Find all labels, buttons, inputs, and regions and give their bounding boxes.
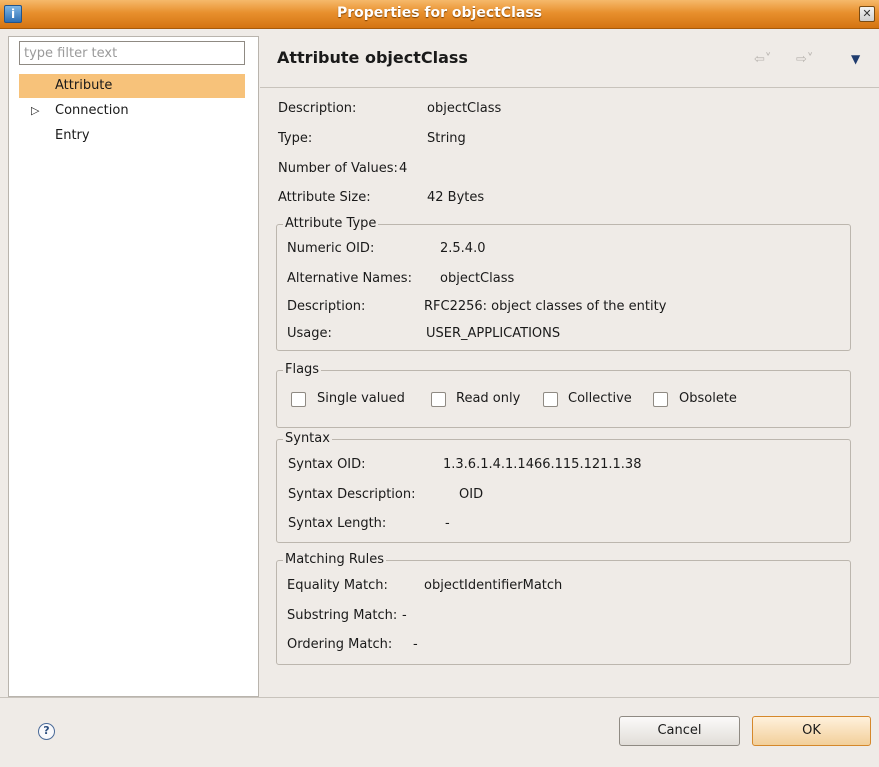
collective-checkbox[interactable]	[543, 392, 558, 407]
syntax-group: Syntax Syntax OID: 1.3.6.1.4.1.1466.115.…	[276, 431, 851, 543]
syntax-description-label: Syntax Description:	[288, 487, 416, 502]
single-valued-label: Single valued	[317, 391, 405, 406]
group-title: Attribute Type	[283, 216, 379, 231]
substring-match-label: Substring Match:	[287, 608, 398, 623]
window-title: Properties for objectClass	[337, 5, 542, 21]
title-bar[interactable]: i Properties for objectClass ✕	[0, 0, 879, 29]
type-label: Type:	[278, 131, 313, 146]
tree-item-label: Connection	[55, 103, 129, 118]
usage-label: Usage:	[287, 326, 332, 341]
group-title: Syntax	[283, 431, 332, 446]
tree-item-entry[interactable]: Entry	[19, 124, 245, 148]
type-description-label: Description:	[287, 299, 366, 314]
syntax-oid-value: 1.3.6.1.4.1.1466.115.121.1.38	[443, 457, 642, 472]
attribute-size-label: Attribute Size:	[278, 190, 371, 205]
ordering-match-value: -	[413, 637, 418, 652]
properties-dialog: i Properties for objectClass ✕ Attribute…	[0, 0, 879, 767]
alternative-names-label: Alternative Names:	[287, 271, 412, 286]
group-title: Flags	[283, 362, 322, 377]
number-of-values-label: Number of Values:	[278, 161, 398, 176]
footer-separator	[0, 697, 879, 698]
matching-rules-group: Matching Rules Equality Match: objectIde…	[276, 552, 851, 665]
description-label: Description:	[278, 101, 357, 116]
ok-button[interactable]: OK	[752, 716, 871, 746]
read-only-checkbox[interactable]	[431, 392, 446, 407]
expand-triangle-icon[interactable]: ▷	[31, 99, 39, 123]
numeric-oid-value: 2.5.4.0	[440, 241, 486, 256]
filter-input[interactable]	[19, 41, 245, 65]
view-menu-icon[interactable]: ▼	[851, 52, 860, 66]
syntax-length-label: Syntax Length:	[288, 516, 387, 531]
back-arrow-icon[interactable]: ⇦˅	[754, 52, 771, 67]
close-button[interactable]: ✕	[859, 6, 875, 22]
description-value: objectClass	[427, 101, 502, 116]
tree-item-attribute[interactable]: Attribute	[19, 74, 245, 98]
type-description-value: RFC2256: object classes of the entity	[424, 299, 667, 314]
page-header: Attribute objectClass ⇦˅ ⇨˅ ▼	[260, 36, 879, 88]
syntax-oid-label: Syntax OID:	[288, 457, 366, 472]
group-title: Matching Rules	[283, 552, 386, 567]
syntax-length-value: -	[445, 516, 450, 531]
flags-group: Flags Single valued Read only Collective…	[276, 362, 851, 428]
read-only-label: Read only	[456, 391, 521, 406]
obsolete-label: Obsolete	[679, 391, 737, 406]
obsolete-checkbox[interactable]	[653, 392, 668, 407]
ordering-match-label: Ordering Match:	[287, 637, 393, 652]
substring-match-value: -	[402, 608, 407, 623]
collective-label: Collective	[568, 391, 632, 406]
tree-item-label: Attribute	[55, 78, 113, 93]
page-title: Attribute objectClass	[277, 48, 468, 67]
attribute-type-group: Attribute Type Numeric OID: 2.5.4.0 Alte…	[276, 216, 851, 351]
single-valued-checkbox[interactable]	[291, 392, 306, 407]
tree-item-connection[interactable]: ▷ Connection	[19, 99, 245, 123]
numeric-oid-label: Numeric OID:	[287, 241, 375, 256]
equality-match-label: Equality Match:	[287, 578, 388, 593]
attribute-size-value: 42 Bytes	[427, 190, 485, 205]
forward-arrow-icon[interactable]: ⇨˅	[796, 52, 813, 67]
tree-item-label: Entry	[55, 128, 90, 143]
syntax-description-value: OID	[459, 487, 484, 502]
usage-value: USER_APPLICATIONS	[426, 326, 561, 341]
alternative-names-value: objectClass	[440, 271, 515, 286]
number-of-values-value: 4	[399, 161, 408, 176]
help-icon[interactable]: ?	[38, 723, 55, 740]
property-page: Attribute objectClass ⇦˅ ⇨˅ ▼ Descriptio…	[260, 36, 879, 697]
cancel-button[interactable]: Cancel	[619, 716, 740, 746]
type-value: String	[427, 131, 466, 146]
equality-match-value: objectIdentifierMatch	[424, 578, 563, 593]
